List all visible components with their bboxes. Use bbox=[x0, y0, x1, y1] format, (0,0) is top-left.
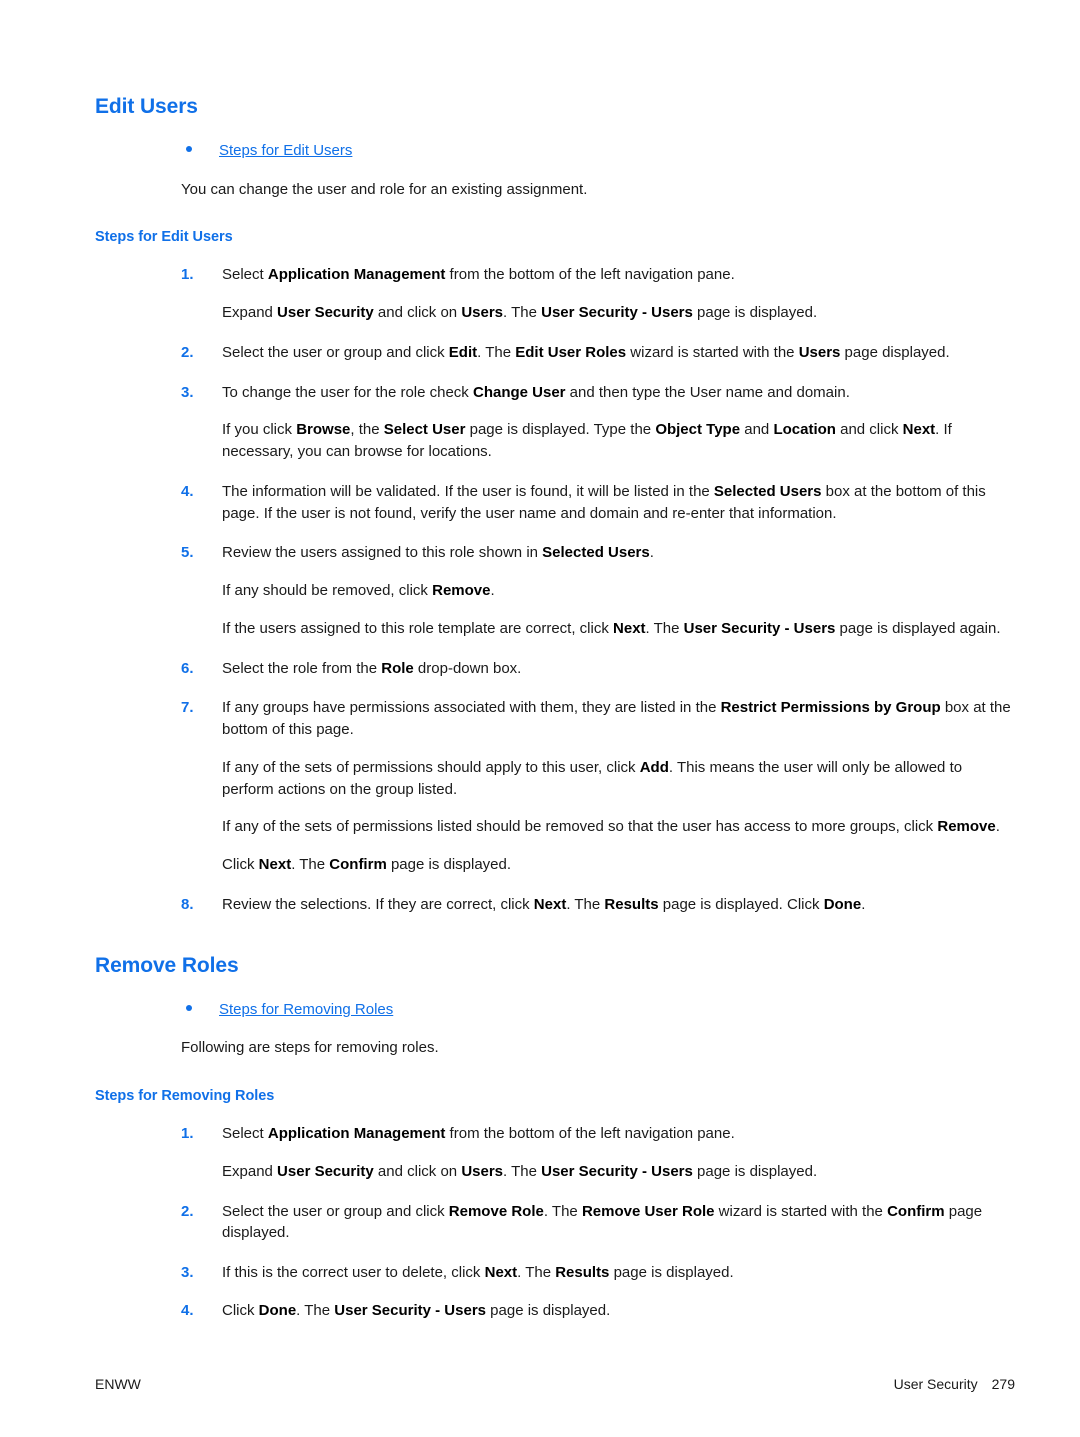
intro-paragraph-edit-users: You can change the user and role for an … bbox=[181, 180, 588, 198]
step-paragraph: To change the user for the role check Ch… bbox=[222, 383, 850, 401]
step-item: 2. Select the user or group and click Re… bbox=[95, 1201, 1015, 1245]
xref-list-edit-users: Steps for Edit Users bbox=[95, 140, 1015, 162]
footer-left-label: ENWW bbox=[95, 1376, 141, 1392]
bullet-dot-icon bbox=[186, 1004, 192, 1011]
step-item: 2. Select the user or group and click Ed… bbox=[95, 342, 1015, 364]
step-paragraph: Click Next. The Confirm page is displaye… bbox=[222, 856, 512, 874]
step-paragraph: Click Done. The User Security - Users pa… bbox=[222, 1301, 611, 1319]
step-item: 3. If this is the correct user to delete… bbox=[95, 1262, 1015, 1284]
step-paragraph: Expand User Security and click on Users.… bbox=[222, 1162, 818, 1180]
step-number: 4. bbox=[181, 1301, 194, 1319]
list-item: Steps for Edit Users bbox=[95, 140, 1015, 162]
step-paragraph: Select Application Management from the b… bbox=[222, 1125, 735, 1142]
step-number: 2. bbox=[181, 343, 194, 361]
step-paragraph: Review the users assigned to this role s… bbox=[222, 544, 654, 562]
step-number: 1. bbox=[181, 266, 194, 284]
step-paragraph: The information will be validated. If th… bbox=[222, 482, 986, 522]
step-item: 4. Click Done. The User Security - Users… bbox=[95, 1300, 1015, 1322]
step-paragraph: Expand User Security and click on Users.… bbox=[222, 304, 818, 322]
steps-list-remove-roles: 1. Select Application Management from th… bbox=[95, 1123, 1015, 1322]
step-number: 3. bbox=[181, 383, 194, 401]
step-paragraph: Select the role from the Role drop-down … bbox=[222, 659, 522, 677]
step-paragraph: If you click Browse, the Select User pag… bbox=[222, 421, 952, 461]
step-number: 2. bbox=[181, 1202, 194, 1220]
step-paragraph: Select the user or group and click Remov… bbox=[222, 1202, 983, 1242]
step-item: 1. Select Application Management from th… bbox=[95, 264, 1015, 324]
step-item: 7. If any groups have permissions associ… bbox=[95, 697, 1015, 876]
step-item: 5. Review the users assigned to this rol… bbox=[95, 542, 1015, 639]
step-paragraph: Select Application Management from the b… bbox=[222, 266, 735, 284]
sub-heading-steps-for-edit-users: Steps for Edit Users bbox=[95, 229, 233, 246]
step-number: 1. bbox=[181, 1125, 194, 1142]
step-paragraph: If any of the sets of permissions listed… bbox=[222, 818, 1000, 836]
list-item: Steps for Removing Roles bbox=[95, 999, 1015, 1021]
section-heading-remove-roles: Remove Roles bbox=[95, 953, 239, 977]
step-number: 5. bbox=[181, 544, 194, 562]
bullet-dot-icon bbox=[186, 146, 192, 153]
step-number: 3. bbox=[181, 1264, 194, 1281]
xref-link-steps-for-removing-roles[interactable]: Steps for Removing Roles bbox=[219, 1001, 393, 1018]
step-paragraph: If any should be removed, click Remove. bbox=[222, 582, 495, 600]
step-number: 8. bbox=[181, 895, 194, 913]
step-paragraph: If any of the sets of permissions should… bbox=[222, 758, 963, 798]
document-page: Edit Users Steps for Edit Users You can … bbox=[0, 0, 1080, 1437]
page-footer: ENWW User Security 279 bbox=[95, 1376, 1015, 1392]
step-paragraph: Select the user or group and click Edit.… bbox=[222, 343, 950, 361]
footer-right: User Security 279 bbox=[894, 1376, 1015, 1392]
step-paragraph: If the users assigned to this role templ… bbox=[222, 619, 1001, 637]
sub-heading-steps-for-removing-roles: Steps for Removing Roles bbox=[95, 1088, 275, 1105]
xref-list-remove-roles: Steps for Removing Roles bbox=[95, 999, 1015, 1021]
step-item: 8. Review the selections. If they are co… bbox=[95, 894, 1015, 916]
footer-page-number: 279 bbox=[991, 1376, 1015, 1392]
step-paragraph: Review the selections. If they are corre… bbox=[222, 895, 866, 913]
step-item: 1. Select Application Management from th… bbox=[95, 1123, 1015, 1183]
step-number: 6. bbox=[181, 659, 194, 677]
intro-paragraph-remove-roles: Following are steps for removing roles. bbox=[181, 1039, 439, 1057]
step-number: 4. bbox=[181, 482, 194, 500]
step-paragraph: If any groups have permissions associate… bbox=[222, 699, 1011, 739]
steps-list-edit-users: 1. Select Application Management from th… bbox=[95, 264, 1015, 915]
section-heading-edit-users: Edit Users bbox=[95, 95, 198, 118]
step-item: 6. Select the role from the Role drop-do… bbox=[95, 658, 1015, 680]
step-paragraph: If this is the correct user to delete, c… bbox=[222, 1264, 734, 1281]
step-number: 7. bbox=[181, 699, 194, 717]
step-item: 4. The information will be validated. If… bbox=[95, 481, 1015, 525]
step-item: 3. To change the user for the role check… bbox=[95, 382, 1015, 463]
footer-chapter-label: User Security bbox=[893, 1376, 978, 1392]
xref-link-steps-for-edit-users[interactable]: Steps for Edit Users bbox=[219, 142, 352, 159]
